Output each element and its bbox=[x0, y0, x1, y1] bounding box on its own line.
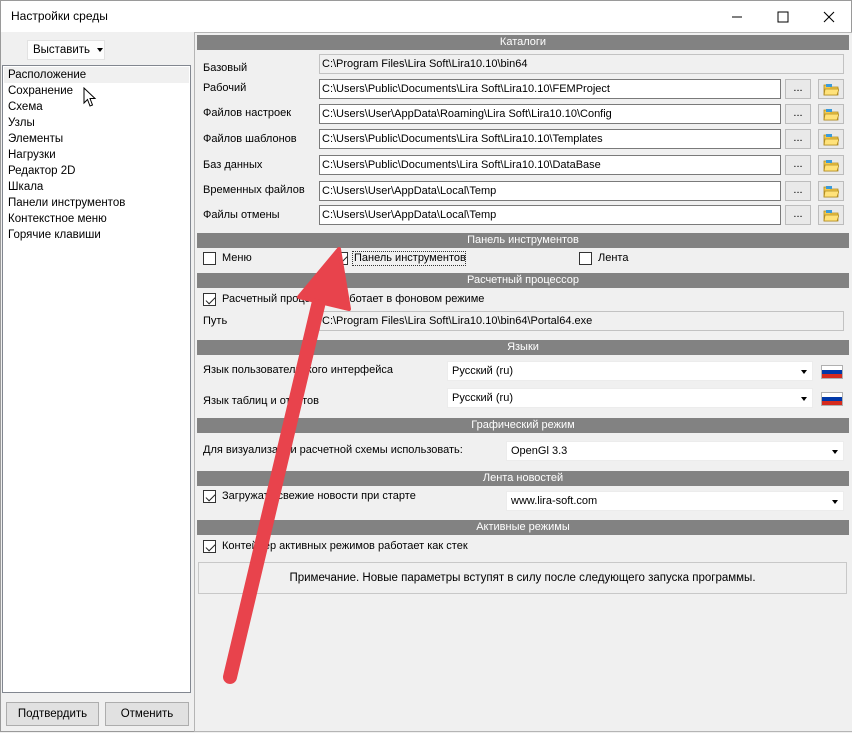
catalog-temp-browse-button[interactable]: ... bbox=[785, 181, 811, 201]
category-item-hotkeys[interactable]: Горячие клавиши bbox=[8, 227, 101, 243]
catalog-templates-folder-button[interactable] bbox=[818, 129, 844, 149]
close-button[interactable] bbox=[806, 1, 852, 32]
tables-language-value: Русский (ru) bbox=[452, 392, 513, 404]
processor-path-field: C:\Program Files\Lira Soft\Lira10.10\bin… bbox=[319, 311, 844, 331]
folder-open-icon bbox=[823, 133, 839, 145]
catalog-label-work: Рабочий bbox=[203, 82, 247, 94]
category-item-scheme[interactable]: Схема bbox=[8, 99, 43, 115]
catalog-work-folder-button[interactable] bbox=[818, 79, 844, 99]
category-item-editor-2d[interactable]: Редактор 2D bbox=[8, 163, 75, 179]
title-bar: Настройки среды bbox=[1, 1, 851, 32]
catalog-label-templates: Файлов шаблонов bbox=[203, 133, 297, 145]
folder-open-icon bbox=[823, 159, 839, 171]
settings-window: Настройки среды Выставить Расположение С… bbox=[0, 0, 852, 732]
toolbar-checkbox-label: Панель инструментов bbox=[354, 252, 466, 264]
cancel-button[interactable]: Отменить bbox=[105, 702, 189, 726]
catalog-templates-browse-button[interactable]: ... bbox=[785, 129, 811, 149]
background-processor-checkbox[interactable] bbox=[203, 293, 216, 306]
tables-language-select[interactable]: Русский (ru) bbox=[447, 388, 813, 408]
chevron-down-icon bbox=[801, 370, 807, 374]
chevron-down-icon bbox=[832, 450, 838, 454]
insert-label: Выставить bbox=[33, 44, 91, 56]
folder-open-icon bbox=[823, 108, 839, 120]
active-modes-stack-checkbox[interactable] bbox=[203, 540, 216, 553]
section-header-graphics: Графический режим bbox=[197, 418, 849, 433]
active-modes-stack-label: Контейнер активных режимов работает как … bbox=[222, 540, 468, 552]
catalog-templates-field[interactable]: C:\Users\Public\Documents\Lira Soft\Lira… bbox=[319, 129, 781, 149]
window-title: Настройки среды bbox=[11, 9, 108, 23]
folder-open-icon bbox=[823, 185, 839, 197]
category-item-saving[interactable]: Сохранение bbox=[8, 83, 73, 99]
catalog-work-field[interactable]: C:\Users\Public\Documents\Lira Soft\Lira… bbox=[319, 79, 781, 99]
chevron-down-icon bbox=[801, 397, 807, 401]
category-item-loads[interactable]: Нагрузки bbox=[8, 147, 56, 163]
graphics-mode-label: Для визуализации расчетной схемы использ… bbox=[203, 444, 463, 456]
category-item-layout[interactable]: Расположение bbox=[8, 67, 86, 83]
mouse-cursor-icon bbox=[83, 87, 97, 107]
catalog-databases-browse-button[interactable]: ... bbox=[785, 155, 811, 175]
catalog-undo-folder-button[interactable] bbox=[818, 205, 844, 225]
section-header-active-modes: Активные режимы bbox=[197, 520, 849, 535]
menu-checkbox-label: Меню bbox=[222, 252, 252, 264]
processor-path-label: Путь bbox=[203, 315, 228, 327]
section-header-news: Лента новостей bbox=[197, 471, 849, 486]
tables-language-label: Язык таблиц и отчетов bbox=[203, 395, 319, 407]
section-header-toolbar-panel: Панель инструментов bbox=[197, 233, 849, 248]
catalog-settings-field[interactable]: C:\Users\User\AppData\Roaming\Lira Soft\… bbox=[319, 104, 781, 124]
catalog-databases-folder-button[interactable] bbox=[818, 155, 844, 175]
catalog-undo-field[interactable]: C:\Users\User\AppData\Local\Temp bbox=[319, 205, 781, 225]
minimize-icon bbox=[732, 16, 742, 17]
news-source-select[interactable]: www.lira-soft.com bbox=[506, 491, 844, 511]
chevron-down-icon bbox=[832, 500, 838, 504]
catalog-settings-browse-button[interactable]: ... bbox=[785, 104, 811, 124]
maximize-icon bbox=[777, 11, 789, 22]
catalog-undo-browse-button[interactable]: ... bbox=[785, 205, 811, 225]
graphics-mode-select[interactable]: OpenGl 3.3 bbox=[506, 441, 844, 461]
russia-flag-icon bbox=[821, 392, 843, 406]
chevron-down-icon bbox=[97, 48, 104, 52]
section-header-languages: Языки bbox=[197, 340, 849, 355]
section-header-processor: Расчетный процессор bbox=[197, 273, 849, 288]
category-item-context-menu[interactable]: Контекстное меню bbox=[8, 211, 107, 227]
background-processor-label: Расчетный процессор работает в фоновом р… bbox=[222, 293, 485, 305]
maximize-button[interactable] bbox=[760, 1, 806, 32]
folder-open-icon bbox=[823, 83, 839, 95]
catalog-settings-folder-button[interactable] bbox=[818, 104, 844, 124]
catalog-temp-field[interactable]: C:\Users\User\AppData\Local\Temp bbox=[319, 181, 781, 201]
category-item-elements[interactable]: Элементы bbox=[8, 131, 63, 147]
catalog-databases-field[interactable]: C:\Users\Public\Documents\Lira Soft\Lira… bbox=[319, 155, 781, 175]
news-source-value: www.lira-soft.com bbox=[511, 495, 598, 507]
toolbar-checkbox[interactable] bbox=[335, 252, 348, 265]
minimize-button[interactable] bbox=[714, 1, 760, 32]
insert-dropdown-button[interactable]: Выставить bbox=[27, 40, 105, 60]
ribbon-checkbox[interactable] bbox=[579, 252, 592, 265]
menu-checkbox[interactable] bbox=[203, 252, 216, 265]
catalog-label-temp: Временных файлов bbox=[203, 184, 305, 196]
graphics-mode-value: OpenGl 3.3 bbox=[511, 445, 568, 457]
category-item-nodes[interactable]: Узлы bbox=[8, 115, 35, 131]
ui-language-label: Язык пользовательского интерфейса bbox=[203, 364, 393, 376]
ui-language-select[interactable]: Русский (ru) bbox=[447, 361, 813, 381]
catalog-work-browse-button[interactable]: ... bbox=[785, 79, 811, 99]
catalog-base-field: C:\Program Files\Lira Soft\Lira10.10\bin… bbox=[319, 54, 844, 74]
confirm-button[interactable]: Подтвердить bbox=[6, 702, 99, 726]
catalog-label-undo: Файлы отмены bbox=[203, 209, 280, 221]
catalog-label-databases: Баз данных bbox=[203, 159, 263, 171]
category-list[interactable]: Расположение Сохранение Схема Узлы Элеме… bbox=[2, 65, 191, 693]
ui-language-value: Русский (ru) bbox=[452, 365, 513, 377]
load-news-checkbox[interactable] bbox=[203, 490, 216, 503]
category-item-scale[interactable]: Шкала bbox=[8, 179, 43, 195]
close-icon bbox=[823, 11, 835, 22]
category-item-toolbars[interactable]: Панели инструментов bbox=[8, 195, 125, 211]
folder-open-icon bbox=[823, 209, 839, 221]
load-news-label: Загружать свежие новости при старте bbox=[222, 490, 416, 502]
section-header-catalogs: Каталоги bbox=[197, 35, 849, 50]
catalog-temp-folder-button[interactable] bbox=[818, 181, 844, 201]
russia-flag-icon bbox=[821, 365, 843, 379]
catalog-label-base: Базовый bbox=[203, 62, 248, 74]
catalog-label-settings: Файлов настроек bbox=[203, 107, 292, 119]
settings-panel: Каталоги Базовый C:\Program Files\Lira S… bbox=[194, 32, 852, 732]
ribbon-checkbox-label: Лента bbox=[598, 252, 629, 264]
restart-note: Примечание. Новые параметры вступят в си… bbox=[198, 562, 847, 594]
